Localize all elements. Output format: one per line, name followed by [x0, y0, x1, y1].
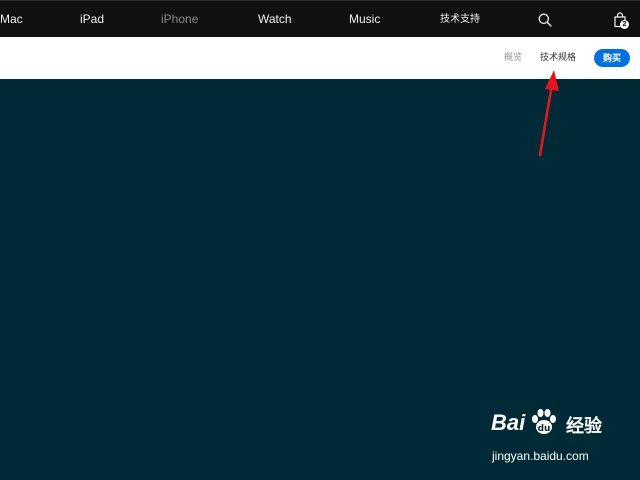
nav-item-music[interactable]: Music — [349, 1, 380, 38]
nav-item-mac[interactable]: Mac — [0, 1, 23, 38]
bag-count-badge: 2 — [620, 20, 629, 29]
bag-icon[interactable]: 2 — [608, 1, 632, 38]
local-nav: 概览 技术规格 购买 — [0, 37, 640, 79]
watermark-brand-cn: 经验 — [566, 416, 602, 436]
search-icon[interactable] — [533, 1, 557, 38]
watermark-brand: Bai — [491, 410, 526, 435]
nav-item-watch[interactable]: Watch — [258, 1, 292, 38]
nav-item-iphone[interactable]: iPhone — [161, 1, 198, 38]
svg-text:du: du — [538, 424, 551, 434]
watermark-url: jingyan.baidu.com — [492, 449, 589, 463]
buy-button[interactable]: 购买 — [594, 49, 630, 67]
paw-icon: du — [532, 409, 556, 434]
page: Mac iPad iPhone Watch Music 技术支持 2 概览 技术… — [0, 0, 640, 480]
watermark: Bai du 经验 jingyan.baidu.com — [488, 409, 618, 470]
global-nav: Mac iPad iPhone Watch Music 技术支持 2 — [0, 0, 640, 37]
nav-item-support[interactable]: 技术支持 — [440, 1, 480, 38]
tech-specs-link[interactable]: 技术规格 — [540, 37, 576, 79]
nav-item-ipad[interactable]: iPad — [80, 1, 104, 38]
overview-link[interactable]: 概览 — [504, 37, 522, 79]
